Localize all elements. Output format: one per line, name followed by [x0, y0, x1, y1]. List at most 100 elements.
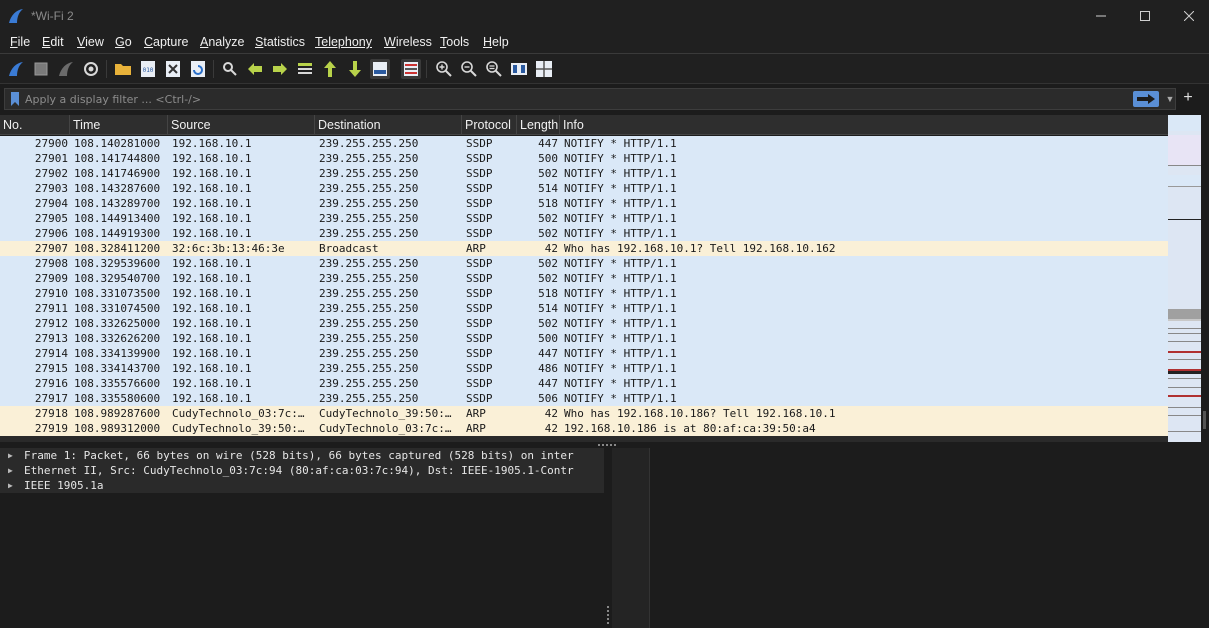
details-scrollbar[interactable]	[612, 448, 650, 628]
packet-row[interactable]: 27916 108.335576600 192.168.10.1 239.255.25…	[0, 376, 1168, 391]
packet-row[interactable]: 27913 108.332626200 192.168.10.1 239.255.25…	[0, 331, 1168, 346]
packet-row[interactable]: 27909 108.329540700 192.168.10.1 239.255.25…	[0, 271, 1168, 286]
column-header-info[interactable]: Info	[560, 115, 1168, 135]
capture-options-button[interactable]	[81, 59, 101, 79]
packet-row[interactable]: 27908 108.329539600 192.168.10.1 239.255.25…	[0, 256, 1168, 271]
resize-columns-button[interactable]	[509, 59, 529, 79]
go-back-button[interactable]	[245, 59, 265, 79]
packet-row[interactable]: 27906 108.144919300 192.168.10.1 239.255.25…	[0, 226, 1168, 241]
packet-row[interactable]: 27911 108.331074500 192.168.10.1 239.255.25…	[0, 301, 1168, 316]
menu-edit[interactable]: Edit	[42, 35, 64, 49]
detail-row-ethernet[interactable]: ▶ Ethernet II, Src: CudyTechnolo_03:7c:9…	[0, 463, 604, 478]
menu-view[interactable]: View	[77, 35, 104, 49]
menu-tools[interactable]: Tools	[440, 35, 469, 49]
expand-arrow-icon[interactable]: ▶	[8, 463, 16, 478]
column-header-destination[interactable]: Destination	[315, 115, 462, 135]
stop-capture-button[interactable]	[31, 59, 51, 79]
packet-cell-dst: CudyTechnolo_03:7c:…	[319, 422, 452, 435]
packet-cell-dst: 239.255.255.250	[319, 272, 419, 285]
menu-capture[interactable]: Capture	[144, 35, 188, 49]
menu-telephony[interactable]: Telephony	[315, 35, 372, 49]
packet-row[interactable]: 27907 108.328411200 32:6c:3b:13:46:3e Broad…	[0, 241, 1168, 256]
packet-cell-len: 42	[544, 422, 558, 435]
column-header-no[interactable]: No.	[0, 115, 70, 135]
column-header-source[interactable]: Source	[168, 115, 315, 135]
menu-help[interactable]: Help	[483, 35, 509, 49]
packet-cell-info: NOTIFY * HTTP/1.1	[564, 152, 677, 165]
packet-cell-proto: SSDP	[466, 272, 493, 285]
packet-cell-time: 108.335576600	[74, 377, 161, 390]
minimize-button[interactable]	[1078, 0, 1124, 32]
packet-cell-time: 108.332625000	[74, 317, 161, 330]
packet-row[interactable]: 27915 108.334143700 192.168.10.1 239.255.25…	[0, 361, 1168, 376]
menu-file[interactable]: File	[10, 35, 30, 49]
layout-button[interactable]	[534, 59, 554, 79]
packet-row[interactable]: 27900 108.140281000 192.168.10.1 239.255.25…	[0, 136, 1168, 151]
splitter-grip[interactable]	[598, 444, 616, 446]
packet-minimap[interactable]	[1168, 115, 1201, 442]
jump-to-icon	[298, 63, 312, 74]
zoom-out-button[interactable]	[459, 59, 479, 79]
packet-row[interactable]: 27903 108.143287600 192.168.10.1 239.255.25…	[0, 181, 1168, 196]
colorize-button[interactable]	[401, 59, 421, 79]
add-filter-button[interactable]: +	[1180, 89, 1196, 107]
packet-row[interactable]: 27905 108.144913400 192.168.10.1 239.255.25…	[0, 211, 1168, 226]
packet-row[interactable]: 27904 108.143289700 192.168.10.1 239.255.25…	[0, 196, 1168, 211]
expand-arrow-icon[interactable]: ▶	[8, 478, 16, 493]
column-header-time[interactable]: Time	[70, 115, 168, 135]
close-button[interactable]	[1166, 0, 1209, 32]
expand-arrow-icon[interactable]: ▶	[8, 448, 16, 463]
display-filter-input[interactable]	[25, 90, 1105, 108]
packet-row[interactable]: 27902 108.141746900 192.168.10.1 239.255.25…	[0, 166, 1168, 181]
packet-row[interactable]: 27917 108.335580600 192.168.10.1 239.255.25…	[0, 391, 1168, 406]
start-capture-button[interactable]	[6, 59, 26, 79]
packet-cell-info: NOTIFY * HTTP/1.1	[564, 272, 677, 285]
close-file-button[interactable]	[163, 59, 183, 79]
menu-go[interactable]: Go	[115, 35, 132, 49]
normal-size-button[interactable]	[484, 59, 504, 79]
go-forward-button[interactable]	[270, 59, 290, 79]
maximize-button[interactable]	[1122, 0, 1168, 32]
packet-row[interactable]: 27910 108.331073500 192.168.10.1 239.255.25…	[0, 286, 1168, 301]
menu-label: ile	[17, 35, 31, 49]
packet-row[interactable]: 27919 108.989312000 CudyTechnolo_39:50:… Cu…	[0, 421, 1168, 436]
packet-cell-info: NOTIFY * HTTP/1.1	[564, 227, 677, 240]
restart-capture-button[interactable]	[56, 59, 76, 79]
packet-cell-info: 192.168.10.186 is at 80:af:ca:39:50:a4	[564, 422, 816, 435]
menu-statistics[interactable]: Statistics	[255, 35, 305, 49]
packet-row[interactable]: 27912 108.332625000 192.168.10.1 239.255.25…	[0, 316, 1168, 331]
open-file-button[interactable]	[113, 59, 133, 79]
auto-scroll-button[interactable]	[370, 59, 390, 79]
arrow-right-icon	[273, 63, 287, 75]
splitter-grip[interactable]	[607, 606, 609, 624]
column-header-length[interactable]: Length	[517, 115, 560, 135]
column-header-protocol[interactable]: Protocol	[462, 115, 517, 135]
packet-cell-dst: 239.255.255.250	[319, 137, 419, 150]
packet-cell-info: NOTIFY * HTTP/1.1	[564, 212, 677, 225]
stop-icon	[34, 62, 48, 76]
go-to-packet-button[interactable]	[295, 59, 315, 79]
find-packet-button[interactable]	[220, 59, 240, 79]
packet-list-scrollbar[interactable]	[1201, 115, 1209, 442]
packet-cell-time: 108.334143700	[74, 362, 161, 375]
bookmark-icon[interactable]	[10, 92, 20, 106]
minimap-segment	[1168, 328, 1201, 329]
packet-cell-src: 192.168.10.1	[172, 347, 252, 360]
go-last-packet-button[interactable]	[345, 59, 365, 79]
packet-row[interactable]: 27918 108.989287600 CudyTechnolo_03:7c:… Cu…	[0, 406, 1168, 421]
pane-splitter-vertical[interactable]	[604, 448, 612, 628]
apply-filter-button[interactable]	[1133, 91, 1159, 107]
reload-file-button[interactable]	[188, 59, 208, 79]
menu-wireless[interactable]: Wireless	[384, 35, 432, 49]
detail-row-frame[interactable]: ▶ Frame 1: Packet, 66 bytes on wire (528…	[0, 448, 604, 463]
packet-row[interactable]: 27901 108.141744800 192.168.10.1 239.255.25…	[0, 151, 1168, 166]
scrollbar-thumb[interactable]	[1203, 411, 1206, 429]
packet-row[interactable]: 27914 108.334139900 192.168.10.1 239.255.25…	[0, 346, 1168, 361]
zoom-in-button[interactable]	[434, 59, 454, 79]
go-first-packet-button[interactable]	[320, 59, 340, 79]
detail-row-ieee1905[interactable]: ▶ IEEE 1905.1a	[0, 478, 604, 493]
save-file-button[interactable]: 010	[138, 59, 158, 79]
packet-cell-no: 27916	[34, 377, 68, 390]
filter-history-dropdown[interactable]: ▼	[1163, 92, 1177, 106]
menu-analyze[interactable]: Analyze	[200, 35, 244, 49]
